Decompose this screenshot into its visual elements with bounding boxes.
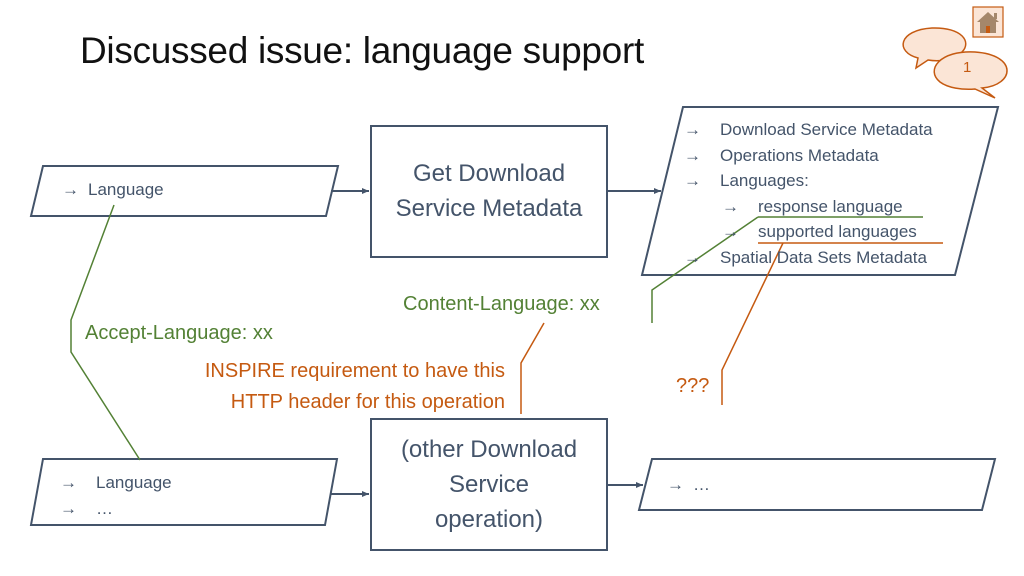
inspire-note-line1: INSPIRE requirement to have this [204, 360, 505, 382]
output-item-download-service-metadata: Download Service Metadata [720, 120, 933, 139]
question-marks-note: ??? [676, 375, 710, 397]
input-bottom-language: Language [96, 473, 172, 492]
arrow-right-icon: → [684, 171, 701, 190]
inspire-note-line2: HTTP header for this operation [230, 391, 505, 413]
output-top-item: → Download Service Metadata [684, 117, 933, 143]
output-top-item: → Languages: [684, 168, 933, 194]
operation-top-line2: Service Metadata [395, 195, 583, 222]
output-bottom-list: →… [667, 472, 710, 498]
operation-top-line1: Get Download [412, 160, 566, 187]
content-language-label: Content-Language: xx [403, 293, 600, 315]
output-bottom-ellipsis: … [693, 475, 710, 494]
arrow-right-icon: → [722, 222, 739, 241]
output-top-item: → Operations Metadata [684, 143, 933, 169]
input-bottom-item: →… [60, 496, 172, 522]
arrow-right-icon: → [684, 247, 701, 267]
arrow-right-icon: → [684, 145, 701, 165]
arrow-right-icon: → [60, 498, 77, 518]
arrow-right-icon: → [722, 196, 739, 216]
accept-language-label: Accept-Language: xx [85, 322, 273, 344]
operation-bottom-line3: operation) [434, 506, 544, 533]
input-bottom-list: → Language →… [60, 470, 172, 521]
input-bottom-ellipsis: … [96, 498, 113, 518]
output-item-supported-languages: supported languages [758, 222, 917, 241]
input-top-item: → Language [62, 177, 164, 203]
arrow-right-icon: → [62, 180, 79, 199]
inspire-requirement-note: INSPIRE requirement to have this HTTP he… [150, 356, 505, 418]
inspire-callout [520, 322, 545, 414]
arrow-right-icon: → [60, 473, 77, 492]
input-bottom-item: → Language [60, 470, 172, 496]
output-top-item: → Spatial Data Sets Metadata [684, 245, 933, 271]
operation-top-label: Get Download Service Metadata [371, 156, 607, 226]
speech-bubble-icon[interactable] [902, 27, 1008, 99]
home-icon[interactable] [972, 6, 1004, 38]
output-top-subitem: → response language [684, 194, 933, 220]
operation-bottom-line1: (other Download [400, 436, 578, 463]
output-item-languages: Languages: [720, 171, 809, 190]
arrow-right-icon: → [667, 475, 684, 494]
operation-bottom-line2: Service [448, 471, 530, 498]
output-item-operations-metadata: Operations Metadata [720, 145, 879, 165]
output-top-list: → Download Service Metadata → Operations M… [684, 117, 933, 270]
operation-bottom-label: (other Download Service operation) [371, 432, 607, 537]
output-item-response-language: response language [758, 196, 903, 216]
arrow-right-icon: → [684, 120, 701, 139]
output-item-spatial-data-sets-metadata: Spatial Data Sets Metadata [720, 247, 927, 267]
input-top-language: Language [88, 180, 164, 199]
comment-count: 1 [963, 59, 972, 76]
output-top-subitem: → supported languages [684, 219, 933, 245]
